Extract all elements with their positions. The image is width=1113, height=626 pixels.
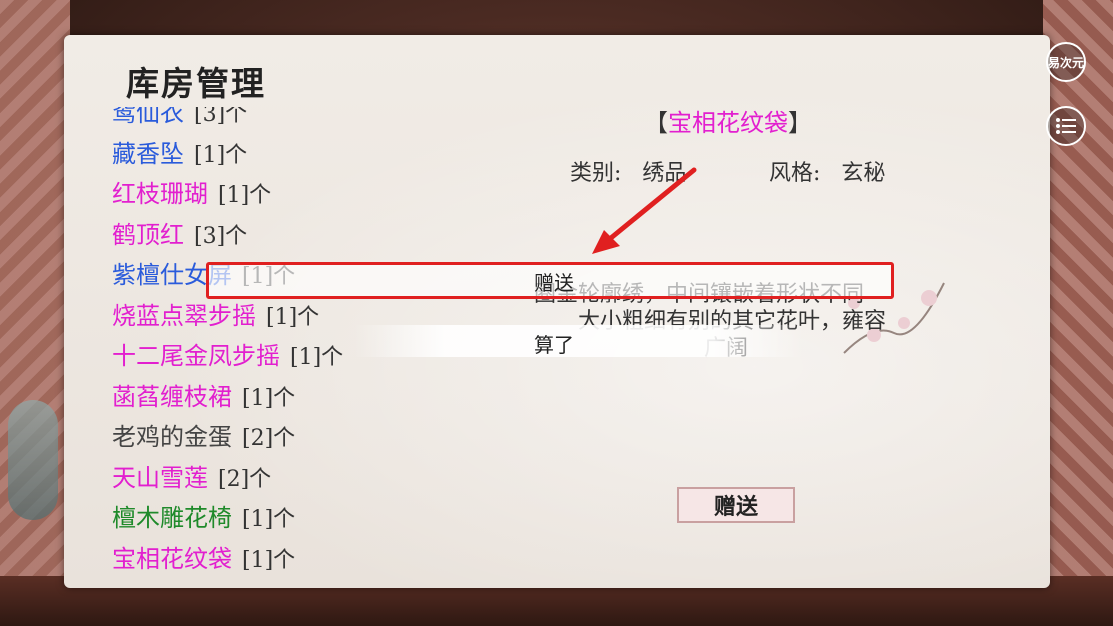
annotation-arrow-icon — [592, 167, 697, 254]
inventory-item-count: [2]个 — [218, 466, 272, 492]
inventory-item-count: [1]个 — [242, 385, 296, 411]
inventory-item[interactable]: 鸳仙衣 [3]个 — [112, 107, 343, 134]
logo-text: 易次元 — [1048, 55, 1085, 70]
storage-panel: 库房管理 鸳仙衣[3]个藏香坠[1]个红枝珊瑚[1]个鹤顶红[3]个紫檀仕女屏[… — [64, 35, 1050, 588]
yicifang-logo-button[interactable]: 易次元 — [1046, 42, 1086, 82]
menu-icon — [1056, 118, 1076, 134]
item-detail-title: 【宝相花纹袋】 — [644, 103, 812, 138]
gift-button[interactable]: 赠送 — [677, 487, 795, 523]
style-label: 风格: — [769, 161, 821, 186]
inventory-item[interactable]: 红枝珊瑚 [1]个 — [112, 174, 343, 215]
inventory-item[interactable]: 天山雪莲 [2]个 — [112, 458, 343, 499]
bracket-close: 】 — [788, 109, 812, 137]
inventory-item-name: 老鸡的金蛋 — [112, 423, 232, 451]
bracket-open: 【 — [644, 109, 668, 137]
inventory-item-count: [1]个 — [290, 345, 344, 370]
inventory-item-count: [1]个 — [242, 547, 296, 573]
inventory-item-count: [1]个 — [194, 142, 248, 168]
gift-option-label[interactable]: 赠送 — [534, 267, 574, 296]
background-curtain-left — [0, 0, 70, 626]
inventory-item-name: 红枝珊瑚 — [112, 180, 208, 208]
inventory-item-count: [2]个 — [242, 426, 296, 451]
cancel-option-label[interactable]: 算了 — [534, 329, 574, 358]
inventory-item-name: 鹤顶红 — [112, 220, 184, 249]
inventory-item-count: [3]个 — [194, 223, 248, 249]
inventory-item[interactable]: 宝相花纹袋 [1]个 — [112, 539, 343, 578]
inventory-item[interactable]: 鹤顶红 [3]个 — [112, 215, 343, 256]
item-list-inner: 鸳仙衣[3]个藏香坠[1]个红枝珊瑚[1]个鹤顶红[3]个紫檀仕女屏[1]个烧蓝… — [112, 107, 343, 577]
item-style: 风格: 玄秘 — [769, 155, 885, 187]
inventory-item-name: 菡萏缠枝裙 — [112, 382, 232, 411]
background-curtain-right — [1043, 0, 1113, 626]
overlay-strip — [354, 325, 804, 357]
inventory-item[interactable]: 烧蓝点翠步摇 [1]个 — [112, 296, 343, 337]
style-value: 玄秘 — [841, 161, 886, 186]
menu-button[interactable] — [1046, 106, 1086, 146]
inventory-item-name: 天山雪莲 — [112, 463, 208, 492]
inventory-item-name: 檀木雕花椅 — [112, 504, 232, 532]
inventory-item-count: [1]个 — [218, 183, 272, 208]
panel-title: 库房管理 — [126, 64, 266, 103]
inventory-item-name: 十二尾金凤步摇 — [112, 342, 280, 370]
inventory-item[interactable]: 菡萏缠枝裙 [1]个 — [112, 377, 343, 418]
inventory-item-name: 藏香坠 — [112, 139, 184, 168]
inventory-item[interactable]: 藏香坠 [1]个 — [112, 134, 343, 175]
inventory-item[interactable]: 十二尾金凤步摇 [1]个 — [112, 336, 343, 377]
inventory-item[interactable]: 老鸡的金蛋 [2]个 — [112, 417, 343, 458]
inventory-item-name: 鸳仙衣 — [112, 107, 184, 127]
inventory-item-count: [1]个 — [266, 304, 320, 330]
inventory-item-name: 烧蓝点翠步摇 — [112, 301, 256, 330]
item-detail-name: 宝相花纹袋 — [668, 109, 788, 137]
background-lantern — [8, 400, 58, 520]
inventory-item[interactable]: 檀木雕花椅 [1]个 — [112, 498, 343, 539]
inventory-item-count: [1]个 — [242, 507, 296, 532]
inventory-item-name: 宝相花纹袋 — [112, 544, 232, 573]
inventory-item-count: [3]个 — [194, 107, 248, 127]
